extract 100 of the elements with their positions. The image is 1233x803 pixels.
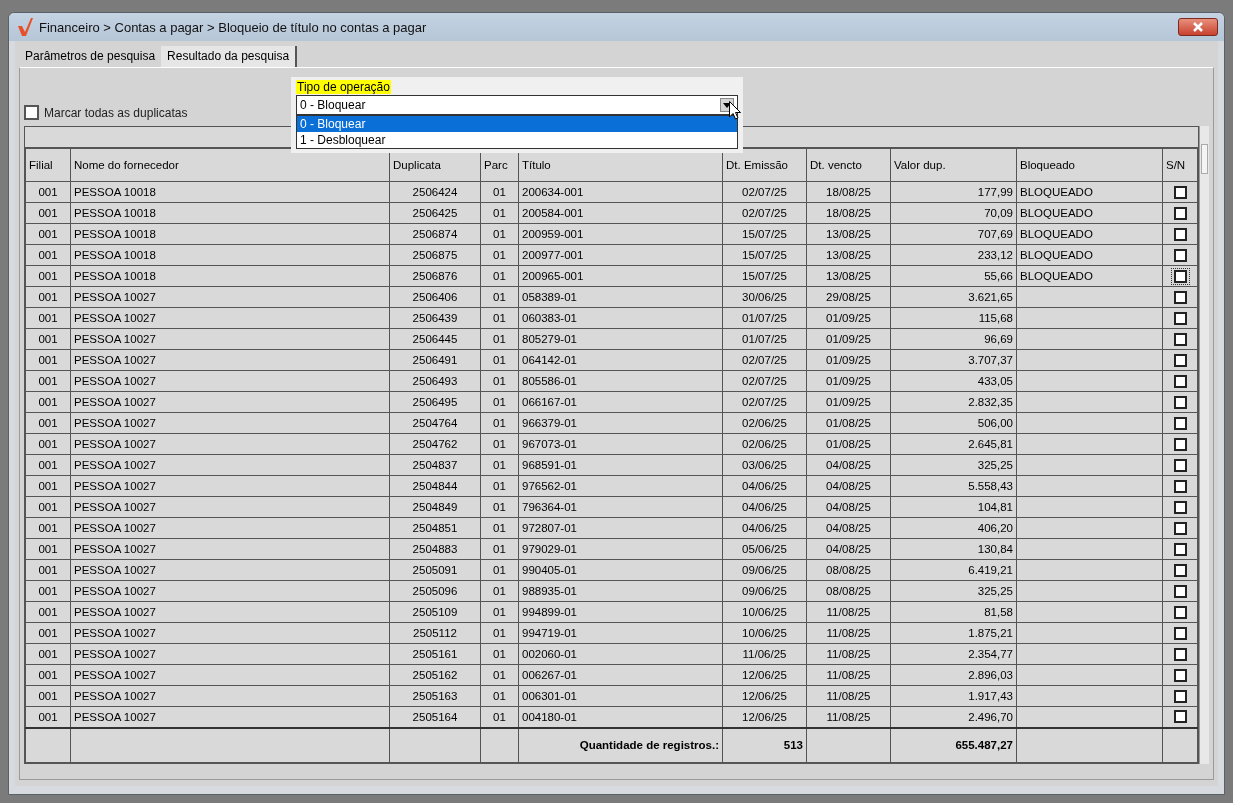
table-cell: 001: [25, 181, 71, 203]
table-cell: 707,69: [890, 223, 1017, 245]
table-cell: PESSOA 10027: [70, 496, 390, 518]
table-cell: 2505162: [389, 664, 481, 686]
table-cell: 15/07/25: [722, 223, 807, 245]
table-cell: 001: [25, 559, 71, 581]
table-cell: PESSOA 10027: [70, 622, 390, 644]
scroll-thumb[interactable]: [1201, 144, 1208, 174]
table-cell: 2.354,77: [890, 643, 1017, 665]
table-cell: 04/06/25: [722, 496, 807, 518]
dropdown-option[interactable]: 1 - Desbloquear: [297, 132, 737, 148]
checkbox[interactable]: [1173, 416, 1187, 430]
checkbox[interactable]: [1173, 584, 1187, 598]
table-cell: 12/06/25: [722, 664, 807, 686]
table-cell: 18/08/25: [806, 202, 891, 224]
table-cell: 01: [480, 328, 519, 350]
checkbox[interactable]: [1173, 185, 1187, 199]
checkbox[interactable]: [1173, 605, 1187, 619]
checkbox[interactable]: [1173, 668, 1187, 682]
checkbox[interactable]: [1173, 563, 1187, 577]
column-header[interactable]: Valor dup.: [890, 148, 1017, 182]
checkbox[interactable]: [1173, 542, 1187, 556]
table-cell: 001: [25, 412, 71, 434]
table-cell: 001: [25, 391, 71, 413]
table-cell: 04/08/25: [806, 538, 891, 560]
column-header[interactable]: Bloqueado: [1016, 148, 1163, 182]
checkbox[interactable]: [1173, 458, 1187, 472]
checkbox[interactable]: [1173, 395, 1187, 409]
table-cell: BLOQUEADO: [1016, 244, 1163, 266]
table-cell: 12/06/25: [722, 685, 807, 707]
table-cell: 200959-001: [518, 223, 723, 245]
tab[interactable]: Resultado da pesquisa: [161, 46, 298, 67]
table-cell: 11/06/25: [722, 643, 807, 665]
checkbox[interactable]: [1173, 290, 1187, 304]
table-cell: PESSOA 10027: [70, 433, 390, 455]
table-cell: 13/08/25: [806, 265, 891, 287]
table-cell: 006301-01: [518, 685, 723, 707]
checkbox[interactable]: [1173, 479, 1187, 493]
column-header[interactable]: Filial: [25, 148, 71, 182]
checkbox[interactable]: [1173, 332, 1187, 346]
table-cell: PESSOA 10027: [70, 328, 390, 350]
column-header[interactable]: Dt. vencto: [806, 148, 891, 182]
checkbox[interactable]: [1173, 521, 1187, 535]
table-cell: 001: [25, 475, 71, 497]
table-cell: PESSOA 10027: [70, 454, 390, 476]
table-cell: 11/08/25: [806, 664, 891, 686]
checkbox[interactable]: [1173, 311, 1187, 325]
table-cell: 02/06/25: [722, 433, 807, 455]
table-cell: PESSOA 10027: [70, 643, 390, 665]
checkbox[interactable]: [1173, 500, 1187, 514]
table-cell: PESSOA 10027: [70, 517, 390, 539]
table-cell: 01: [480, 454, 519, 476]
dropdown-field[interactable]: 0 - Bloquear: [296, 95, 738, 115]
table-cell: 15/07/25: [722, 265, 807, 287]
checkbox[interactable]: [1173, 248, 1187, 262]
table-cell: 972807-01: [518, 517, 723, 539]
checkbox[interactable]: [1173, 710, 1187, 724]
table-cell: 001: [25, 286, 71, 308]
checkbox[interactable]: [1173, 437, 1187, 451]
checkbox[interactable]: [24, 105, 39, 120]
table-cell: 01: [480, 622, 519, 644]
table-cell: 2504849: [389, 496, 481, 518]
table-cell: 01: [480, 265, 519, 287]
table-cell: 001: [25, 643, 71, 665]
column-header[interactable]: S/N: [1162, 148, 1198, 182]
checkbox[interactable]: [1173, 626, 1187, 640]
table-cell: 001: [25, 517, 71, 539]
table-cell: 2506493: [389, 370, 481, 392]
table-cell: 11/08/25: [806, 685, 891, 707]
close-button[interactable]: [1178, 18, 1218, 36]
checkbox[interactable]: [1173, 374, 1187, 388]
table-cell: 01: [480, 223, 519, 245]
table-cell: 001: [25, 580, 71, 602]
table-cell: PESSOA 10027: [70, 580, 390, 602]
checkbox[interactable]: [1173, 689, 1187, 703]
table-cell: 177,99: [890, 181, 1017, 203]
table-cell: PESSOA 10018: [70, 202, 390, 224]
table-cell: BLOQUEADO: [1016, 202, 1163, 224]
table-cell: PESSOA 10027: [70, 475, 390, 497]
dropdown-option[interactable]: 0 - Bloquear: [297, 116, 737, 132]
table-cell: 796364-01: [518, 496, 723, 518]
table-cell: 18/08/25: [806, 181, 891, 203]
table-cell: 001: [25, 601, 71, 623]
table-cell: 2506875: [389, 244, 481, 266]
window-title: Financeiro > Contas a pagar > Bloqueio de título no contas a pagar: [39, 19, 428, 35]
checkbox[interactable]: [1173, 227, 1187, 241]
checkbox[interactable]: [1173, 206, 1187, 220]
table-cell: 2505109: [389, 601, 481, 623]
table-cell: 001: [25, 223, 71, 245]
table-cell: 13/08/25: [806, 223, 891, 245]
table-cell: 01: [480, 433, 519, 455]
checkbox[interactable]: [1173, 353, 1187, 367]
table-cell: 55,66: [890, 265, 1017, 287]
table-cell: 001: [25, 538, 71, 560]
checkbox[interactable]: [1173, 647, 1187, 661]
table-cell: 506,00: [890, 412, 1017, 434]
table-cell: 3.707,37: [890, 349, 1017, 371]
table-cell: 104,81: [890, 496, 1017, 518]
table-cell: 2504764: [389, 412, 481, 434]
table-cell: 09/06/25: [722, 580, 807, 602]
